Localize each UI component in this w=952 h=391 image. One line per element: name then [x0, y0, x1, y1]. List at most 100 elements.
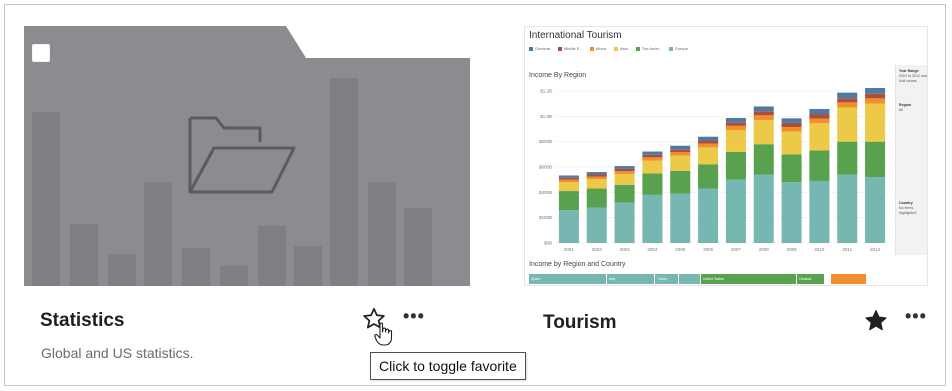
- bar-segment-asia: [837, 107, 858, 142]
- bar-segment-africa: [809, 118, 830, 124]
- star-filled-icon[interactable]: [863, 308, 889, 334]
- bar-segment-africa: [753, 115, 774, 121]
- bar-segment-the-amer-: [558, 191, 579, 211]
- country-segment: United States: [701, 274, 797, 284]
- x-tick-label: 2002: [592, 247, 603, 252]
- bar-segment-the-amer-: [614, 184, 635, 203]
- table-subtitle: Income by Region and Country: [529, 261, 626, 268]
- bar-segment-asia: [586, 179, 607, 189]
- statistics-folder-thumbnail[interactable]: [24, 26, 470, 286]
- bar-segment-europe: [698, 188, 719, 243]
- bar-segment-middle-e-: [837, 98, 858, 103]
- x-tick-label: 2001: [564, 247, 575, 252]
- bar-segment-the-amer-: [865, 141, 886, 178]
- bar-segment-africa: [725, 125, 746, 131]
- bar-segment-africa: [558, 179, 579, 183]
- bar-segment-europe: [670, 193, 691, 243]
- chart-legend: Oceania Middle E.. Africa Asia The Amer.…: [529, 46, 688, 51]
- bar-segment-the-amer-: [642, 173, 663, 195]
- more-options-icon[interactable]: •••: [905, 307, 927, 325]
- country-value: No items highlighted: [899, 206, 917, 215]
- bar-segment-oceania: [865, 87, 886, 94]
- bar-segment-middle-e-: [558, 177, 579, 180]
- bar-segment-europe: [642, 194, 663, 243]
- x-tick-label: 2006: [703, 247, 714, 252]
- hand-pointer-cursor-icon: [374, 322, 394, 346]
- card-title-tourism[interactable]: Tourism: [543, 312, 617, 334]
- x-tick-label: 2007: [731, 247, 742, 252]
- bar-segment-africa: [586, 176, 607, 180]
- country-segment: Spain: [529, 274, 607, 284]
- bar-segment-europe: [809, 180, 830, 243]
- card-title-statistics[interactable]: Statistics: [40, 310, 124, 332]
- bar-segment-middle-e-: [698, 140, 719, 144]
- y-tick-label: $200B: [539, 215, 552, 220]
- y-tick-label: $0B: [544, 241, 552, 246]
- bar-segment-the-amer-: [809, 150, 830, 181]
- bar-segment-asia: [670, 155, 691, 171]
- x-tick-label: 2003: [620, 247, 631, 252]
- bar-segment-asia: [781, 131, 802, 155]
- y-tick-label: $1.2B: [540, 89, 552, 94]
- legend-item: Asia: [613, 46, 628, 51]
- legend-item: Oceania: [529, 46, 550, 51]
- x-tick-label: 2005: [675, 247, 686, 252]
- bar-segment-africa: [698, 143, 719, 148]
- bar-segment-asia: [558, 182, 579, 192]
- bar-segment-oceania: [753, 106, 774, 112]
- select-checkbox[interactable]: [32, 44, 50, 62]
- bar-segment-asia: [642, 160, 663, 174]
- x-tick-label: 2008: [759, 247, 770, 252]
- bar-segment-europe: [725, 179, 746, 243]
- bar-segment-the-amer-: [670, 170, 691, 194]
- stacked-bar-chart: $0B $200B $400B $600B $800B $1.0B $1.2B 2001 200…: [539, 87, 889, 252]
- bar-segment-the-amer-: [781, 154, 802, 183]
- bar-segment-europe: [781, 182, 802, 243]
- bar-segment-middle-e-: [614, 168, 635, 172]
- country-segment: [831, 274, 867, 284]
- bar-segment-asia: [809, 123, 830, 151]
- bar-segment-oceania: [614, 166, 635, 169]
- bar-segment-oceania: [642, 151, 663, 155]
- legend-item: Europe: [669, 46, 688, 51]
- region-value: All: [899, 108, 903, 112]
- chart-subtitle: Income By Region: [529, 72, 587, 79]
- legend-item: Middle E..: [557, 46, 582, 51]
- bar-segment-africa: [781, 126, 802, 132]
- legend-item: Africa: [589, 46, 606, 51]
- x-tick-label: 2009: [787, 247, 798, 252]
- bar-segment-europe: [865, 177, 886, 243]
- card-description-statistics: Global and US statistics.: [41, 345, 194, 361]
- country-segment: Canada: [797, 274, 825, 284]
- bar-segment-middle-e-: [753, 111, 774, 116]
- country-label: Country: [899, 201, 913, 205]
- bar-segment-middle-e-: [725, 122, 746, 126]
- bar-segment-asia: [753, 120, 774, 145]
- x-tick-label: 2004: [647, 247, 658, 252]
- x-tick-label: 2011: [842, 247, 852, 252]
- legend-item: The Amer..: [635, 46, 661, 51]
- year-range-label: Year Range: [899, 69, 919, 73]
- more-options-icon[interactable]: •••: [403, 307, 425, 325]
- bar-segment-europe: [753, 174, 774, 243]
- filter-panel: Year Range 2001 to 2012 and Null values …: [895, 65, 927, 255]
- country-segment: [679, 274, 701, 284]
- bar-segment-oceania: [586, 172, 607, 175]
- bar-segment-asia: [865, 103, 886, 142]
- region-label: Region: [899, 103, 912, 107]
- bar-segment-oceania: [558, 175, 579, 178]
- bar-segment-africa: [642, 157, 663, 161]
- bar-segment-europe: [558, 210, 579, 243]
- y-tick-label: $1.0B: [540, 114, 552, 119]
- tourism-workbook-thumbnail[interactable]: International Tourism Oceania Middle E..…: [524, 26, 928, 286]
- bar-segment-europe: [837, 174, 858, 243]
- bar-segment-the-amer-: [753, 144, 774, 175]
- bar-segment-middle-e-: [809, 114, 830, 119]
- bar-segment-middle-e-: [781, 122, 802, 127]
- y-tick-label: $400B: [539, 190, 552, 195]
- bar-segment-middle-e-: [670, 149, 691, 153]
- bar-segment-the-amer-: [837, 141, 858, 175]
- country-segment: Italy: [607, 274, 655, 284]
- bar-segment-africa: [865, 98, 886, 104]
- favorite-tooltip: Click to toggle favorite: [370, 352, 526, 380]
